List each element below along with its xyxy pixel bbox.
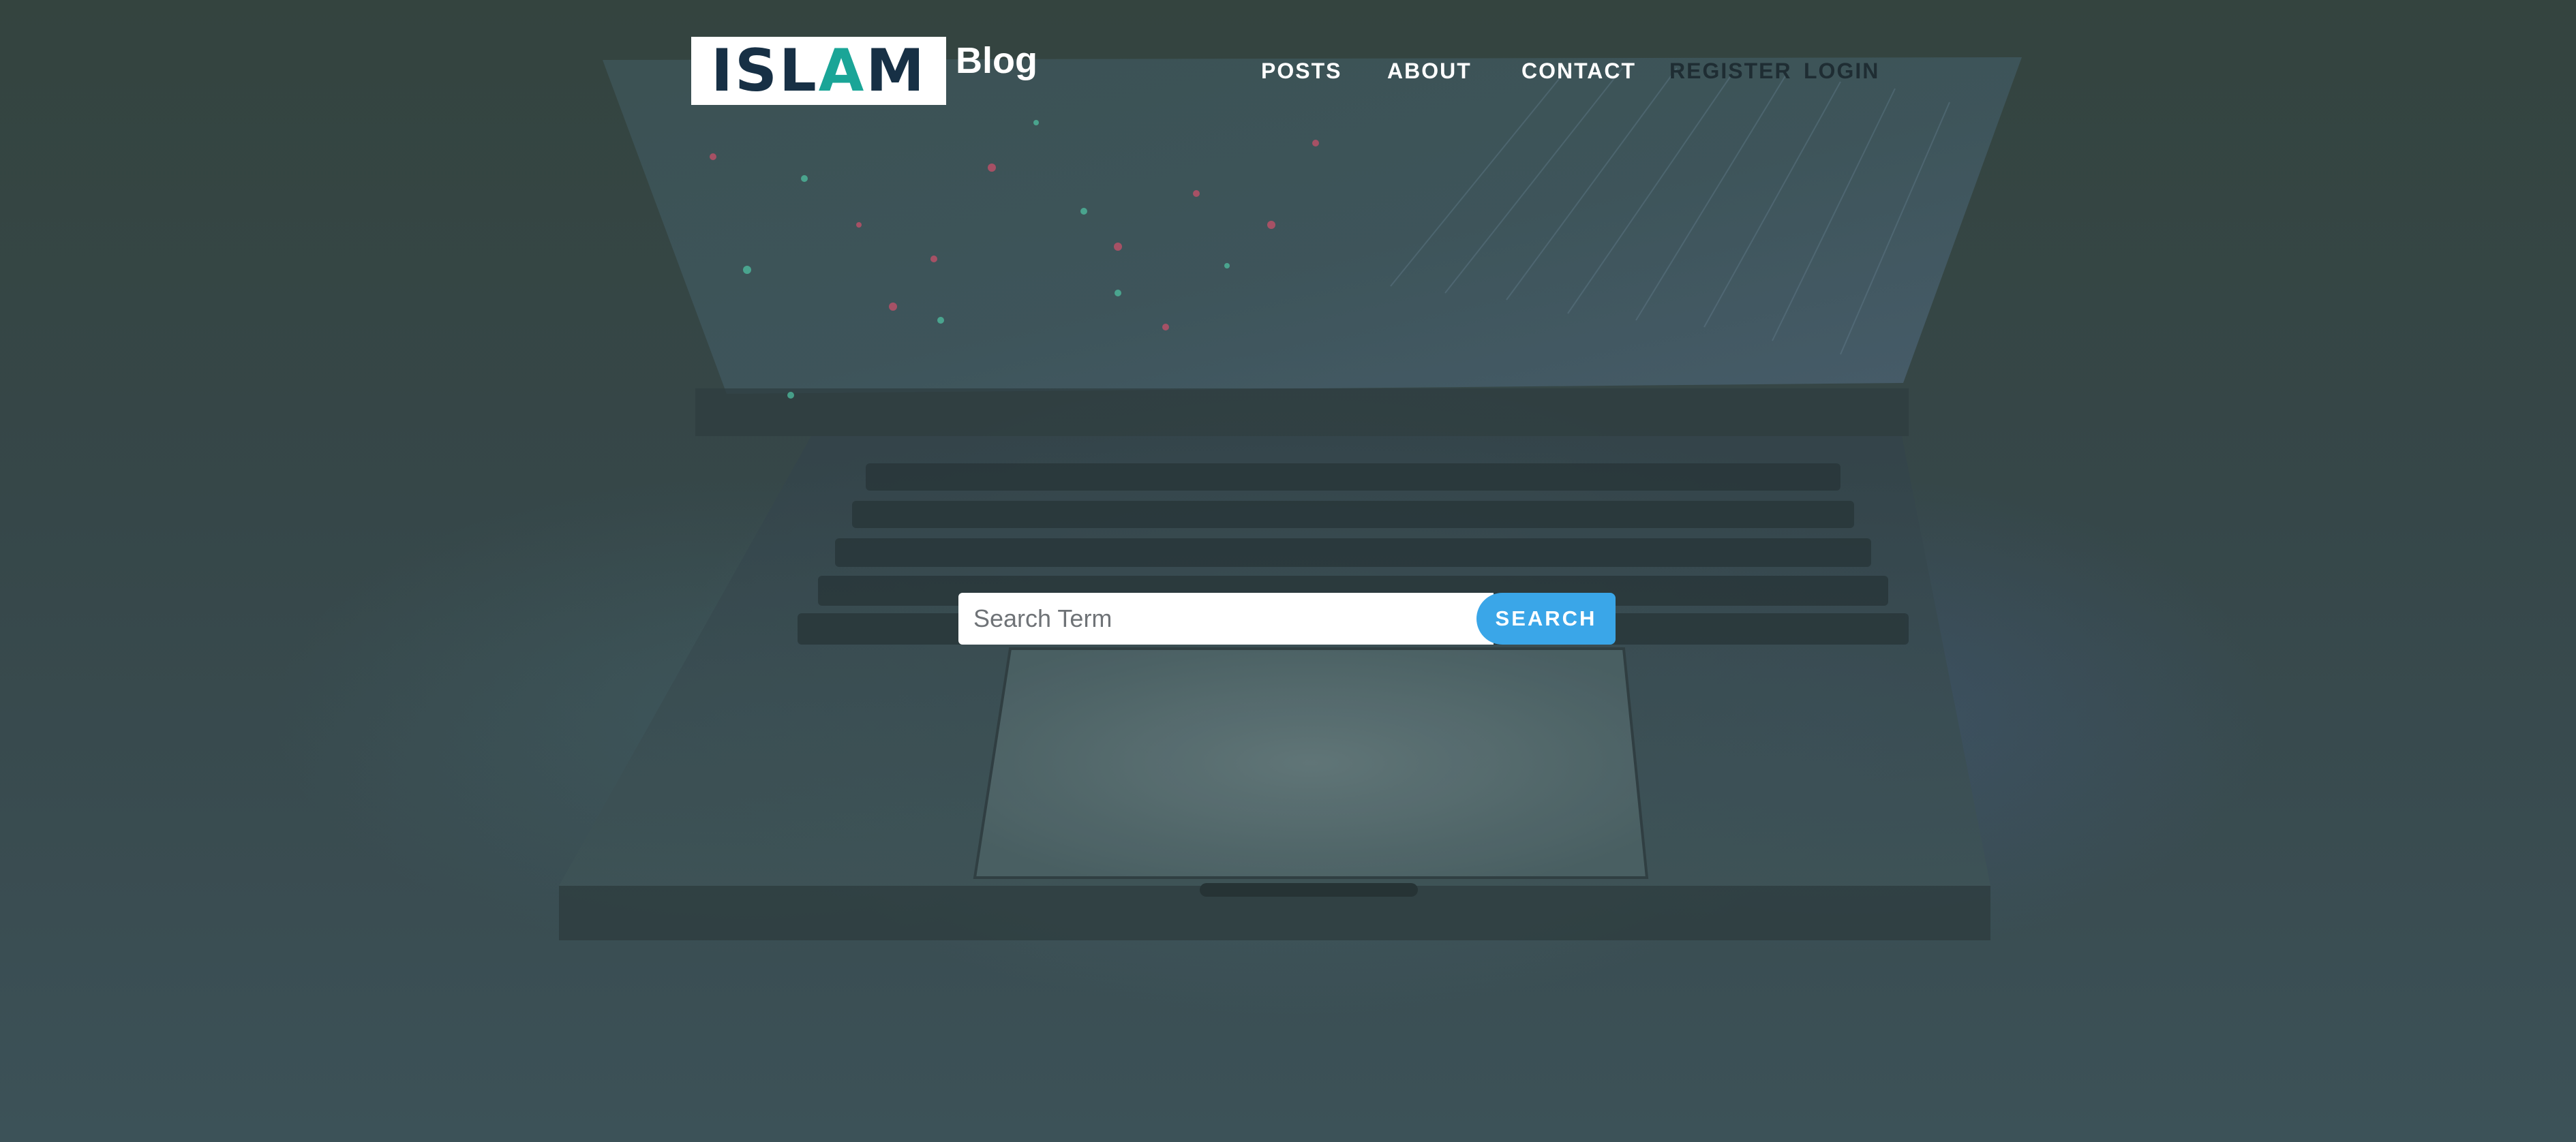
nav-link-register[interactable]: REGISTER bbox=[1669, 57, 1792, 84]
search-input[interactable] bbox=[958, 593, 1494, 645]
nav-link-contact[interactable]: CONTACT bbox=[1521, 57, 1636, 84]
screen-particles-decoration bbox=[710, 120, 1319, 399]
site-header: ISLAM Blog POSTS ABOUT CONTACT REGISTER … bbox=[0, 0, 2576, 136]
main-navigation: POSTS ABOUT CONTACT REGISTER LOGIN bbox=[0, 57, 2576, 84]
nav-link-about[interactable]: ABOUT bbox=[1387, 57, 1472, 84]
nav-link-login[interactable]: LOGIN bbox=[1804, 57, 1879, 84]
search-form: SEARCH bbox=[958, 593, 1616, 645]
search-button[interactable]: SEARCH bbox=[1476, 593, 1616, 645]
hero-background bbox=[0, 0, 2576, 1142]
nav-link-posts[interactable]: POSTS bbox=[1261, 57, 1342, 84]
